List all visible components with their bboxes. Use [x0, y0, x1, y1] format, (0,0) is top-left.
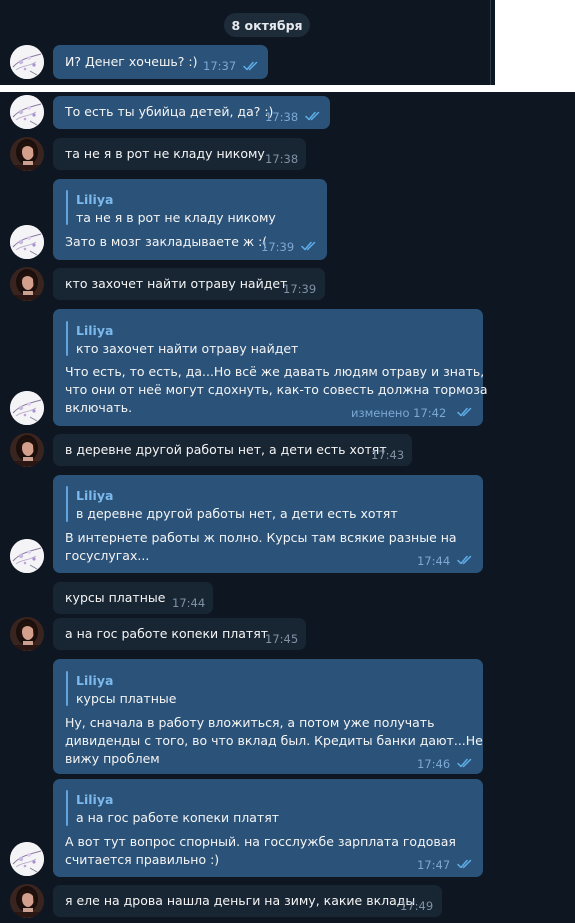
message-bubble-outgoing-reply[interactable]: Liliya в деревне другой работы нет, а де… [53, 475, 483, 573]
date-divider: 8 октября [224, 13, 310, 37]
message-time: 17:44 [172, 596, 206, 610]
message-time: 17:46 [417, 757, 451, 771]
message-bubble-incoming[interactable]: а на гос работе копеки платят 17:45 [53, 618, 306, 650]
quote-bar [66, 790, 68, 826]
message-text-line: считается правильно :) [65, 852, 220, 867]
message-text-line: включать. [65, 400, 133, 415]
my-avatar[interactable] [10, 391, 44, 425]
message-text-line: В интернете работы ж полно. Курсы там вс… [65, 530, 457, 545]
message-bubble-incoming[interactable]: в деревне другой работы нет, а дети есть… [53, 434, 412, 466]
her-avatar[interactable] [10, 433, 44, 467]
her-avatar[interactable] [10, 884, 44, 918]
message-text-line: вижу проблем [65, 751, 160, 766]
message-text: Зато в мозг закладываете ж :( [65, 234, 268, 249]
message-time: 17:43 [371, 448, 405, 462]
double-check-icon [305, 111, 323, 121]
message-text: То есть ты убийца детей, да? :) [65, 104, 274, 119]
double-check-icon [457, 859, 475, 869]
message-bubble-incoming[interactable]: я еле на дрова нашла деньги на зиму, как… [53, 885, 442, 917]
message-time: изменено 17:42 [351, 406, 447, 420]
message-text-line: А вот тут вопрос спорный. на госслужбе з… [65, 834, 456, 849]
my-avatar[interactable] [10, 225, 44, 259]
message-bubble-outgoing-reply[interactable]: Liliya а на гос работе копеки платят А в… [53, 779, 483, 877]
quote-author[interactable]: Liliya [76, 488, 113, 503]
quote-text[interactable]: а на гос работе копеки платят [76, 810, 279, 825]
message-text: а на гос работе копеки платят [65, 626, 269, 641]
message-text-line: что они от неё могут сдохнуть, как-то со… [65, 382, 488, 397]
message-time: 17:39 [261, 240, 295, 254]
double-check-icon [457, 758, 475, 768]
message-bubble-outgoing[interactable]: То есть ты убийца детей, да? :) 17:38 [53, 96, 330, 129]
double-check-icon [301, 241, 319, 251]
message-time: 17:49 [400, 899, 434, 913]
message-time: 17:45 [265, 632, 299, 646]
quote-bar [66, 190, 68, 225]
quote-author[interactable]: Liliya [76, 323, 113, 338]
her-avatar[interactable] [10, 617, 44, 651]
her-avatar[interactable] [10, 267, 44, 301]
double-check-icon [457, 407, 475, 417]
message-time: 17:44 [417, 554, 451, 568]
message-text: в деревне другой работы нет, а дети есть… [65, 442, 387, 457]
double-check-icon [457, 555, 475, 565]
my-avatar[interactable] [10, 842, 44, 876]
message-text: И? Денег хочешь? :) [65, 54, 198, 69]
message-time: 17:47 [417, 858, 451, 872]
message-bubble-outgoing[interactable]: И? Денег хочешь? :) 17:37 [53, 45, 268, 79]
quote-text[interactable]: кто захочет найти отраву найдет [76, 341, 298, 356]
message-bubble-outgoing-reply[interactable]: Liliya та не я в рот не кладу никому Зат… [53, 179, 327, 260]
message-bubble-incoming[interactable]: курсы платные 17:44 [53, 582, 213, 614]
quote-text[interactable]: та не я в рот не кладу никому [76, 210, 276, 225]
message-bubble-outgoing-reply[interactable]: Liliya кто захочет найти отраву найдет Ч… [53, 309, 488, 426]
message-text: я еле на дрова нашла деньги на зиму, как… [65, 893, 416, 908]
screenshot-background [495, 0, 575, 92]
her-avatar[interactable] [10, 137, 44, 171]
message-text-line: дивиденды с того, во что вклад был. Кред… [65, 733, 483, 748]
message-text-line: Что есть, то есть, да...Но всё же давать… [65, 364, 485, 379]
quote-bar [66, 321, 68, 356]
quote-author[interactable]: Liliya [76, 192, 113, 207]
my-avatar[interactable] [10, 539, 44, 573]
quote-bar [66, 486, 68, 522]
quote-text[interactable]: в деревне другой работы нет, а дети есть… [76, 506, 398, 521]
my-avatar[interactable] [10, 45, 44, 79]
message-text: кто захочет найти отраву найдет [65, 276, 288, 291]
message-text: курсы платные [65, 590, 166, 605]
message-text: та не я в рот не кладу никому [65, 146, 265, 161]
quote-author[interactable]: Liliya [76, 673, 113, 688]
quote-bar [66, 671, 68, 706]
message-time: 17:39 [283, 282, 317, 296]
double-check-icon [243, 61, 261, 71]
message-bubble-incoming[interactable]: та не я в рот не кладу никому 17:38 [53, 138, 306, 170]
message-text-line: госуслугах... [65, 548, 150, 563]
my-avatar[interactable] [10, 95, 44, 129]
message-bubble-incoming[interactable]: кто захочет найти отраву найдет 17:39 [53, 268, 325, 300]
screenshot-separator [0, 85, 575, 92]
message-time: 17:37 [203, 59, 237, 73]
message-bubble-outgoing-reply[interactable]: Liliya курсы платные Ну, сначала в работ… [53, 659, 483, 774]
divider [490, 0, 491, 85]
message-time: 17:38 [265, 110, 299, 124]
quote-text[interactable]: курсы платные [76, 691, 176, 706]
message-text-line: Ну, сначала в работу вложиться, а потом … [65, 715, 435, 730]
message-time: 17:38 [265, 152, 299, 166]
quote-author[interactable]: Liliya [76, 792, 113, 807]
